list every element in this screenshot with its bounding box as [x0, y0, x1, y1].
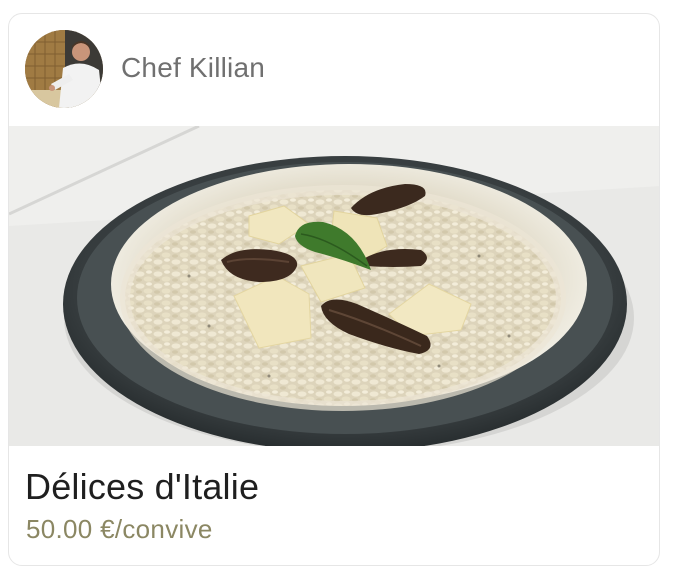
dish-price: 50.00 €/convive [26, 514, 213, 544]
risotto-photo-icon [9, 126, 659, 446]
chef-avatar[interactable] [25, 30, 103, 108]
dish-card[interactable]: Chef Killian Délices d'Italie 50.00 €/co… [8, 13, 660, 566]
dish-title[interactable]: Délices d'Italie [25, 466, 259, 508]
dish-photo[interactable] [9, 126, 659, 446]
chef-name[interactable]: Chef Killian [121, 52, 265, 84]
card-header: Chef Killian [9, 14, 659, 126]
chef-portrait-icon [25, 30, 103, 108]
